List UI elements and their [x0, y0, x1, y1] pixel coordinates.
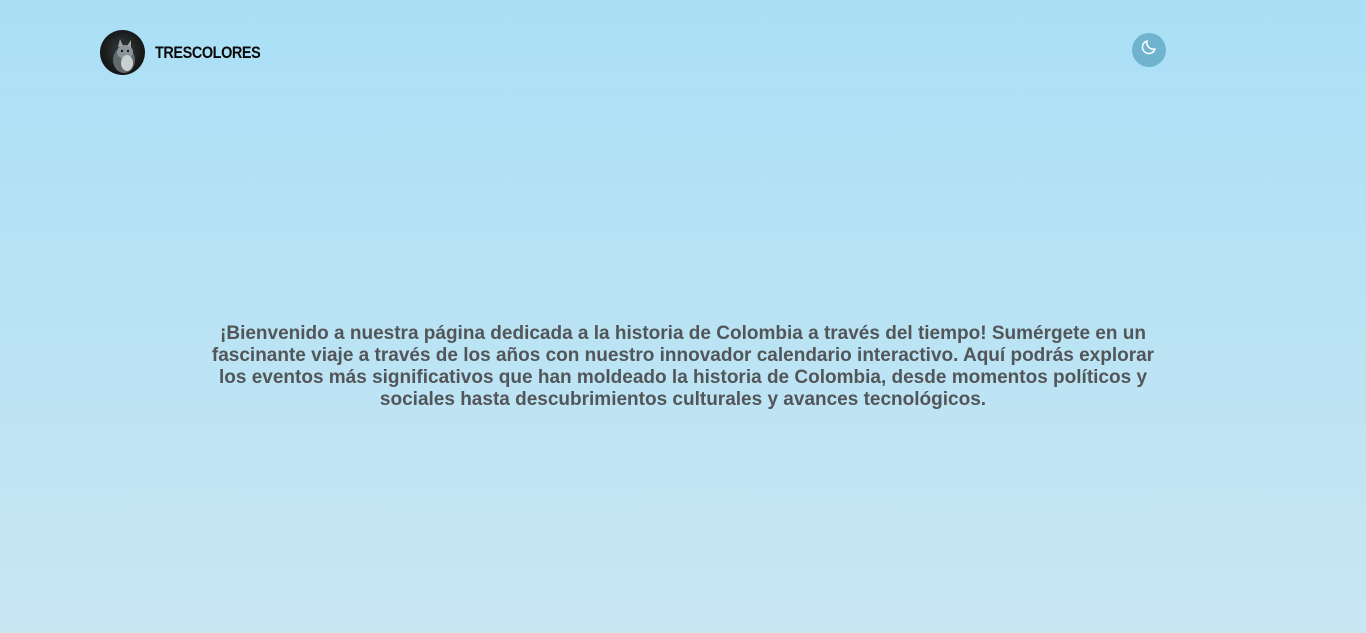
- moon-icon: [1140, 38, 1158, 61]
- brand[interactable]: TRESCOLORES: [100, 30, 279, 75]
- cat-icon[interactable]: [100, 30, 145, 75]
- theme-toggle-button[interactable]: [1132, 32, 1166, 67]
- brand-name[interactable]: TRESCOLORES: [155, 43, 261, 63]
- intro-text: ¡Bienvenido a nuestra página dedicada a …: [211, 323, 1155, 410]
- site-header: TRESCOLORES: [100, 30, 1166, 75]
